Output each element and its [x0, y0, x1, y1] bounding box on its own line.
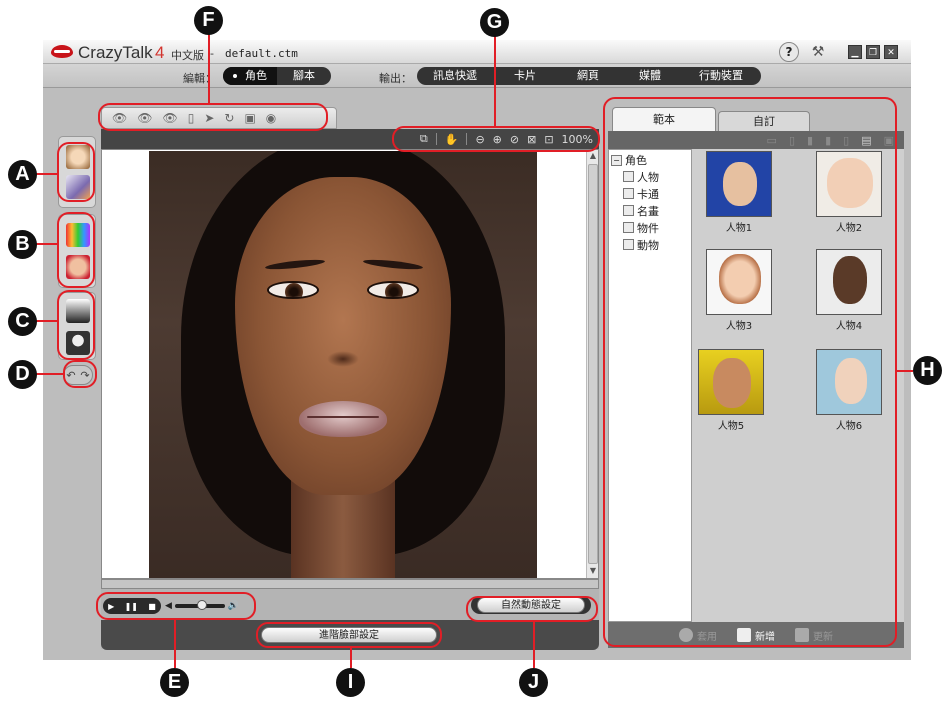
callout-label-d: D: [8, 360, 37, 389]
callout-label-i: I: [336, 668, 365, 697]
leader-line-b: [36, 243, 57, 245]
wand-icon[interactable]: ⚒: [803, 42, 833, 62]
face-photo: [149, 151, 537, 578]
tab-template[interactable]: 範本: [612, 107, 716, 131]
leader-line-e: [174, 620, 176, 668]
callout-label-h: H: [913, 356, 942, 385]
scroll-thumb[interactable]: [588, 164, 598, 564]
callout-label-e: E: [160, 668, 189, 697]
edit-mode-label: 編輯：: [183, 72, 216, 85]
mode-script[interactable]: 腳本: [277, 67, 331, 85]
output-mobile[interactable]: 行動裝置: [681, 67, 761, 85]
app-name: CrazyTalk: [78, 43, 153, 62]
mode-character-label: 角色: [245, 69, 267, 82]
leader-line-d: [36, 373, 63, 375]
callout-box-b: [57, 212, 95, 288]
mode-bar: 編輯： 角色 腳本 輸出： 訊息快遞 卡片 網頁 媒體 行動裝置: [43, 64, 911, 88]
callout-box-j: [466, 596, 598, 622]
nose: [327, 351, 359, 367]
lips-logo-icon: [51, 45, 73, 58]
output-media[interactable]: 媒體: [619, 67, 681, 85]
callout-box-h: [603, 97, 897, 647]
iris: [285, 283, 303, 297]
output-mode-label: 輸出：: [379, 72, 412, 85]
project-file-name: default.ctm: [225, 47, 298, 60]
leader-line-a: [36, 173, 57, 175]
callout-label-b: B: [8, 230, 37, 259]
left-eye: [267, 281, 319, 299]
output-web[interactable]: 網頁: [557, 67, 619, 85]
app-version: 4: [155, 43, 165, 62]
callout-box-a: [57, 142, 95, 202]
leader-line-h: [897, 370, 913, 372]
right-eye: [367, 281, 419, 299]
leader-line-i: [350, 648, 352, 668]
callout-label-a: A: [8, 160, 37, 189]
output-messenger[interactable]: 訊息快遞: [417, 67, 493, 85]
title-bar: CrazyTalk 4 中文版 - default.ctm ? ⚒ ▁ ❐ ✕: [43, 40, 911, 64]
lips: [299, 401, 387, 437]
active-dot-icon: [233, 74, 237, 78]
callout-box-f: [98, 103, 328, 131]
callout-box-d: [63, 360, 97, 388]
callout-label-j: J: [519, 668, 548, 697]
minimize-button[interactable]: ▁: [848, 45, 862, 59]
edit-mode-group: 角色 腳本: [223, 67, 331, 85]
face: [235, 177, 451, 495]
callout-label-c: C: [8, 307, 37, 336]
leader-line-f: [208, 34, 210, 103]
callout-box-c: [57, 290, 95, 360]
preview-stage[interactable]: ▲ ▼: [101, 149, 599, 579]
scroll-down-icon[interactable]: ▼: [588, 566, 598, 576]
callout-box-g: [392, 126, 600, 152]
mode-character[interactable]: 角色: [223, 67, 277, 85]
scroll-up-icon[interactable]: ▲: [588, 151, 598, 161]
help-button[interactable]: ?: [779, 42, 799, 62]
callout-label-f: F: [194, 6, 223, 35]
timeline-scrubber[interactable]: [101, 579, 599, 589]
output-mode-group: 訊息快遞 卡片 網頁 媒體 行動裝置: [417, 67, 761, 85]
callout-label-g: G: [480, 8, 509, 37]
close-button[interactable]: ✕: [884, 45, 898, 59]
callout-box-i: [256, 622, 442, 648]
output-card[interactable]: 卡片: [493, 67, 557, 85]
leader-line-g: [494, 36, 496, 126]
vertical-scrollbar[interactable]: ▲ ▼: [586, 150, 598, 578]
leader-line-c: [36, 320, 57, 322]
callout-box-e: [96, 592, 256, 620]
title-separator: -: [210, 47, 214, 60]
restore-button[interactable]: ❐: [866, 45, 880, 59]
app-edition: 中文版: [171, 49, 204, 62]
leader-line-j: [533, 622, 535, 668]
iris: [385, 283, 403, 297]
